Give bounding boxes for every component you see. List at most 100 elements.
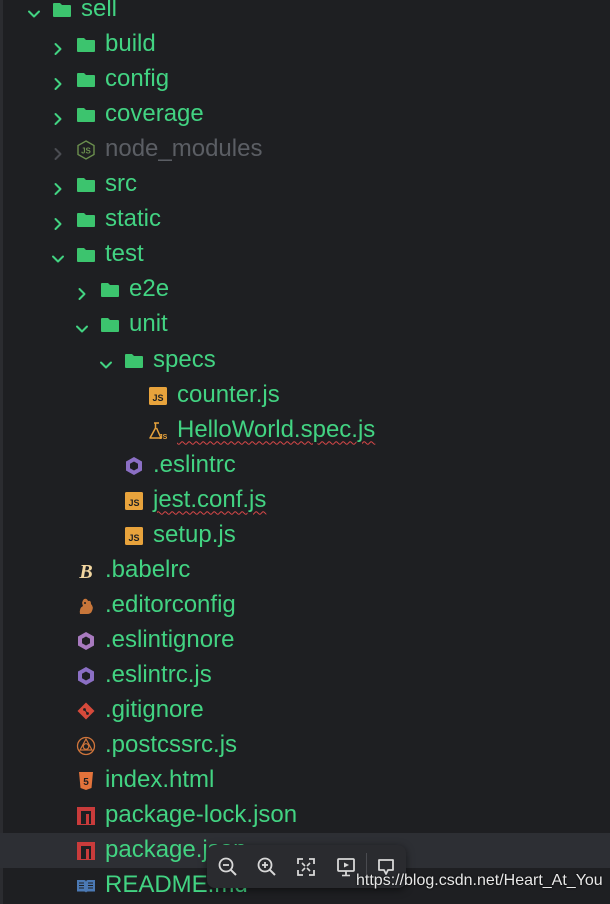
folder-icon bbox=[52, 0, 72, 19]
js-file-icon: JS bbox=[148, 385, 168, 405]
chevron-right-icon[interactable] bbox=[50, 211, 66, 231]
tree-item-label: package-lock.json bbox=[105, 801, 298, 829]
folder-icon bbox=[76, 69, 96, 89]
zoom-in-button[interactable] bbox=[256, 856, 278, 878]
folder-icon bbox=[76, 34, 96, 54]
fit-screen-button[interactable] bbox=[295, 856, 317, 878]
nodejs-icon: JS bbox=[76, 139, 96, 160]
folder-icon bbox=[76, 209, 96, 229]
js-file-icon: JS bbox=[124, 525, 144, 545]
chevron-down-icon[interactable] bbox=[98, 352, 114, 368]
tree-file-row[interactable]: .eslintignore bbox=[0, 623, 610, 658]
eslint-icon bbox=[76, 665, 96, 685]
tree-file-row[interactable]: .editorconfig bbox=[0, 588, 610, 623]
tree-folder-row[interactable]: coverage bbox=[0, 97, 610, 132]
tree-file-row[interactable]: .eslintrc.js bbox=[0, 658, 610, 693]
js-file-icon: JS bbox=[124, 490, 144, 510]
tree-folder-row[interactable]: static bbox=[0, 202, 610, 237]
chevron-right-icon[interactable] bbox=[74, 281, 90, 301]
editorconfig-icon bbox=[76, 595, 96, 615]
npm-icon bbox=[76, 805, 96, 826]
tree-file-row[interactable]: JS counter.js bbox=[0, 378, 610, 413]
tree-item-label: node_modules bbox=[105, 135, 263, 163]
eslint-icon bbox=[124, 455, 144, 475]
tree-item-label: .eslintrc.js bbox=[105, 660, 212, 688]
tree-file-row[interactable]: B .babelrc bbox=[0, 553, 610, 588]
tree-item-label: build bbox=[105, 30, 156, 58]
tree-item-label: static bbox=[105, 205, 162, 233]
zoom-out-button[interactable] bbox=[217, 856, 239, 878]
tree-item-label: config bbox=[105, 65, 170, 93]
readme-book-icon bbox=[76, 875, 96, 895]
svg-text:JS: JS bbox=[128, 498, 139, 508]
svg-text:JS: JS bbox=[159, 434, 168, 441]
svg-text:5: 5 bbox=[83, 777, 89, 788]
svg-text:JS: JS bbox=[152, 393, 163, 403]
chevron-right-icon[interactable] bbox=[50, 71, 66, 91]
tree-folder-row[interactable]: e2e bbox=[0, 272, 610, 307]
folder-icon bbox=[76, 244, 96, 264]
tree-file-row[interactable]: .eslintrc bbox=[0, 448, 610, 483]
eslint-ignore-icon bbox=[76, 630, 96, 650]
npm-icon bbox=[76, 840, 96, 861]
folder-icon bbox=[76, 104, 96, 124]
tree-item-label: test bbox=[105, 240, 144, 268]
tree-file-row[interactable]: JS jest.conf.js bbox=[0, 483, 610, 518]
chevron-down-icon[interactable] bbox=[50, 246, 66, 263]
tree-file-row[interactable]: JS HelloWorld.spec.js bbox=[0, 413, 610, 448]
folder-icon bbox=[100, 279, 120, 299]
tree-item-label: jest.conf.js bbox=[153, 485, 267, 513]
tree-file-row[interactable]: .postcssrc.js bbox=[0, 728, 610, 763]
tree-item-label: unit bbox=[129, 310, 168, 338]
tree-item-label: index.html bbox=[105, 766, 215, 794]
tree-item-label: .babelrc bbox=[105, 555, 191, 583]
slideshow-button[interactable] bbox=[335, 856, 357, 878]
watermark-url: https://blog.csdn.net/Heart_At_You bbox=[356, 872, 603, 889]
svg-text:B: B bbox=[78, 561, 92, 581]
html5-icon: 5 bbox=[76, 770, 96, 791]
tree-file-row[interactable]: .gitignore bbox=[0, 693, 610, 728]
file-explorer-tree: sell build config coverage JS node_modulessrc… bbox=[0, 0, 610, 904]
folder-icon bbox=[100, 314, 120, 334]
folder-icon bbox=[124, 350, 144, 370]
tree-item-label: specs bbox=[153, 345, 216, 373]
tree-item-label: e2e bbox=[129, 275, 170, 303]
babel-icon: B bbox=[76, 560, 96, 583]
tree-item-label: sell bbox=[81, 0, 118, 22]
tree-file-row[interactable]: JS setup.js bbox=[0, 518, 610, 553]
tree-item-label: .gitignore bbox=[105, 696, 204, 723]
tree-folder-row[interactable]: JS node_modules bbox=[0, 132, 610, 167]
git-icon bbox=[76, 700, 96, 720]
slideshow-icon bbox=[337, 858, 355, 877]
tree-folder-row[interactable]: sell bbox=[0, 0, 610, 27]
tree-file-row[interactable]: package-lock.json bbox=[0, 798, 610, 833]
svg-text:JS: JS bbox=[128, 533, 139, 543]
tree-folder-row[interactable]: unit bbox=[0, 307, 610, 342]
tree-folder-row[interactable]: src bbox=[0, 167, 610, 202]
chevron-right-icon[interactable] bbox=[50, 141, 66, 161]
tree-item-label: HelloWorld.spec.js bbox=[177, 415, 376, 443]
tree-folder-row[interactable]: specs bbox=[0, 343, 610, 378]
fit-screen-icon bbox=[297, 858, 315, 876]
tree-file-row[interactable]: 5 index.html bbox=[0, 763, 610, 798]
zoom-out-icon bbox=[218, 857, 237, 876]
test-flask-icon: JS bbox=[148, 420, 168, 441]
tree-folder-row[interactable]: config bbox=[0, 62, 610, 97]
postcss-icon bbox=[76, 735, 96, 756]
tree-item-label: .eslintrc bbox=[153, 450, 236, 478]
chevron-down-icon[interactable] bbox=[74, 316, 90, 333]
chevron-right-icon[interactable] bbox=[50, 106, 66, 126]
tree-folder-row[interactable]: test bbox=[0, 237, 610, 272]
svg-text:JS: JS bbox=[81, 147, 91, 156]
tree-item-label: src bbox=[105, 170, 137, 198]
chevron-right-icon[interactable] bbox=[50, 36, 66, 56]
tree-item-label: .eslintignore bbox=[105, 625, 235, 653]
tree-item-label: .editorconfig bbox=[105, 590, 236, 618]
chevron-down-icon[interactable] bbox=[26, 1, 42, 18]
tree-item-label: coverage bbox=[105, 100, 204, 128]
tree-item-label: setup.js bbox=[153, 520, 236, 548]
tree-folder-row[interactable]: build bbox=[0, 27, 610, 62]
chevron-right-icon[interactable] bbox=[50, 176, 66, 196]
folder-icon bbox=[76, 174, 96, 194]
zoom-in-icon bbox=[257, 857, 276, 876]
